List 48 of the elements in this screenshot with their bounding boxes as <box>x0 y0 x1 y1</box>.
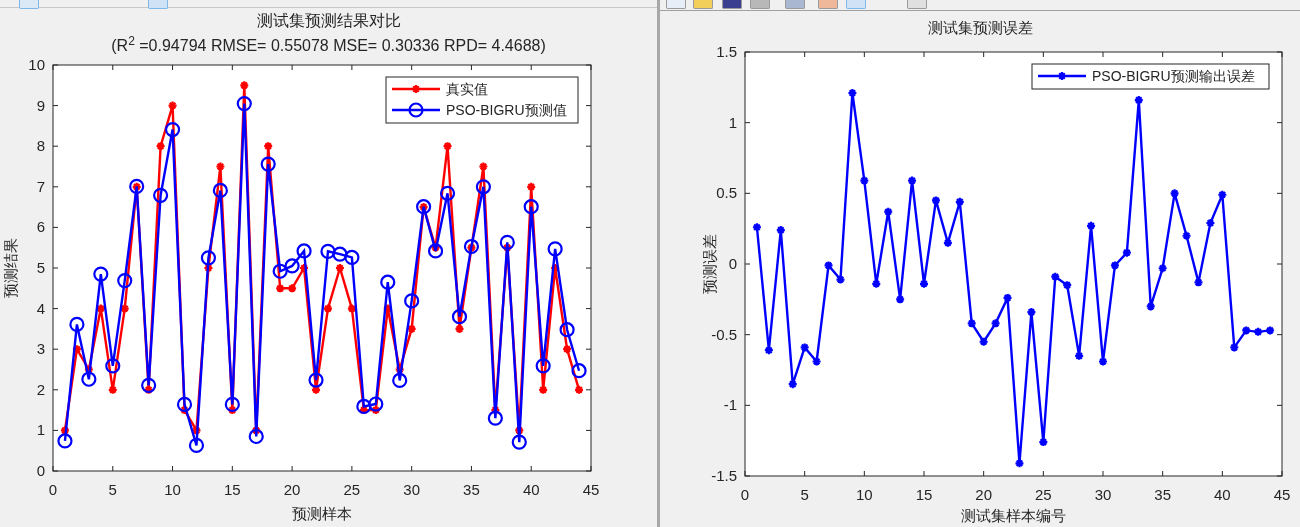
x-tick-label: 10 <box>164 481 181 498</box>
x-tick-label: 20 <box>975 486 992 503</box>
y-tick-label: 5 <box>36 259 45 276</box>
chart-title: 测试集预测结果对比 <box>255 11 402 31</box>
chart-title: 测试集预测误差 <box>926 18 1034 38</box>
x-tick-label: 35 <box>1154 486 1171 503</box>
y-tick-label: 2 <box>36 380 45 398</box>
x-tick-label: 45 <box>582 481 600 498</box>
y-axis-label: 预测结果 <box>2 238 19 298</box>
x-tick-label: 35 <box>463 481 480 498</box>
y-tick-label: 1.5 <box>716 43 737 60</box>
y-tick-label: 0 <box>728 255 737 272</box>
legend-label: PSO-BIGRU预测值 <box>446 102 567 118</box>
x-tick-label: 30 <box>1094 486 1112 503</box>
y-tick-label: 1 <box>36 421 45 439</box>
x-tick-label: 30 <box>403 481 420 498</box>
x-axis-label: 预测样本 <box>292 505 352 522</box>
x-tick-label: 25 <box>1035 486 1052 503</box>
x-tick-label: 5 <box>108 481 117 498</box>
y-tick-label: -1.5 <box>711 467 737 484</box>
x-tick-label: 40 <box>1214 486 1231 503</box>
legend-label: PSO-BIGRU预测输出误差 <box>1092 68 1255 84</box>
y-tick-label: 0.5 <box>716 184 737 202</box>
y-tick-label: -1 <box>723 396 737 414</box>
y-tick-label: 3 <box>36 340 45 358</box>
x-tick-label: 45 <box>1273 486 1291 503</box>
chart-subtitle: (R$^{2}$ =0.94794 RMSE= 0.55078 MSE= 0.30336 RPD= 4.4688) <box>111 34 546 56</box>
x-tick-label: 25 <box>343 481 361 498</box>
y-tick-label: 4 <box>36 299 45 317</box>
x-tick-label: 15 <box>224 481 241 498</box>
y-tick-label: 0 <box>36 462 45 479</box>
y-tick-label: 1 <box>728 113 737 131</box>
x-tick-label: 20 <box>283 481 301 498</box>
x-tick-label: 40 <box>522 481 540 498</box>
y-tick-label: 6 <box>36 218 45 236</box>
x-axis-label: 测试集样本编号 <box>961 507 1066 524</box>
legend-label: 真实值 <box>446 81 488 97</box>
y-tick-label: 9 <box>36 96 45 114</box>
x-tick-label: 0 <box>48 481 58 498</box>
x-tick-label: 5 <box>800 486 809 503</box>
y-tick-label: 10 <box>28 60 45 73</box>
y-tick-label: 7 <box>36 177 45 195</box>
y-axis-label: 预测误差 <box>701 234 718 294</box>
y-tick-label: 8 <box>36 137 45 155</box>
x-tick-label: 0 <box>740 486 750 503</box>
x-tick-label: 10 <box>856 486 873 503</box>
y-tick-label: -0.5 <box>711 325 737 343</box>
x-tick-label: 15 <box>915 486 933 503</box>
